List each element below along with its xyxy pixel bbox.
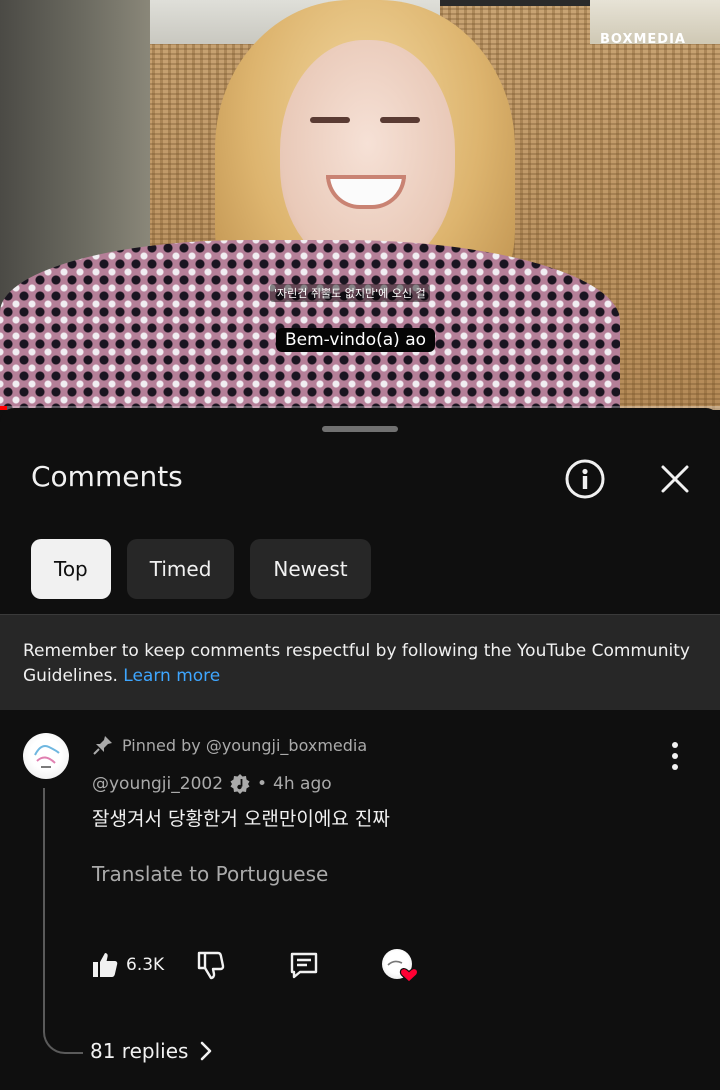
video-person-eye — [380, 117, 420, 123]
pin-icon — [93, 736, 112, 755]
thumbs-down-icon — [197, 951, 225, 980]
avatar-doodle-icon — [34, 745, 60, 768]
more-vert-icon — [672, 742, 678, 770]
like-button[interactable]: 6.3K — [90, 945, 164, 985]
community-guidelines-notice: Remember to keep comments respectful by … — [0, 615, 720, 710]
comment-time: 4h ago — [273, 774, 332, 794]
view-replies-button[interactable]: 81 replies — [90, 1039, 214, 1063]
music-note-badge-icon — [230, 774, 250, 794]
closed-caption: Bem-vindo(a) ao — [276, 328, 436, 352]
chevron-right-icon — [201, 1041, 212, 1061]
burned-in-subtitle: '자린건 쥐뿔도 없지만'에 오신 걸 — [270, 284, 430, 302]
video-person-face — [280, 40, 455, 270]
video-person-eye — [310, 117, 350, 123]
comment-sort-chips: Top Timed Newest — [31, 539, 371, 599]
close-icon — [661, 465, 689, 493]
reply-comment-icon — [290, 952, 318, 979]
dislike-button[interactable] — [194, 945, 226, 985]
meta-separator: • — [257, 774, 268, 794]
video-person-shirt — [0, 240, 620, 410]
replies-count: 81 replies — [90, 1039, 189, 1063]
drag-handle[interactable] — [322, 426, 398, 432]
info-button[interactable] — [563, 457, 607, 501]
chip-top[interactable]: Top — [31, 539, 111, 599]
video-player[interactable]: BOXMEDIA '자린건 쥐뿔도 없지만'에 오신 걸 Bem-vindo(a… — [0, 0, 720, 410]
chip-timed[interactable]: Timed — [126, 539, 235, 599]
pinned-by-text: Pinned by @youngji_boxmedia — [122, 735, 368, 755]
thumbs-up-icon — [93, 953, 118, 977]
comment-meta: @youngji_2002 • 4h ago — [92, 773, 332, 795]
translate-button[interactable]: Translate to Portuguese — [92, 862, 328, 886]
pinned-label: Pinned by @youngji_boxmedia — [92, 734, 367, 756]
close-button[interactable] — [653, 457, 697, 501]
reply-button[interactable] — [288, 945, 320, 985]
creator-heart-icon — [387, 960, 419, 983]
commenter-avatar[interactable] — [23, 733, 69, 779]
comment-author[interactable]: @youngji_2002 — [92, 774, 223, 794]
chip-newest[interactable]: Newest — [250, 539, 371, 599]
creator-heart-avatar — [382, 949, 419, 983]
comment-more-button[interactable] — [660, 738, 690, 774]
panel-title: Comments — [31, 460, 183, 493]
info-icon — [565, 459, 605, 499]
reply-thread-line — [43, 788, 83, 1054]
comments-sheet: Comments Top Timed Newest Remember to ke… — [0, 408, 720, 1090]
channel-watermark: BOXMEDIA — [599, 32, 686, 47]
learn-more-link[interactable]: Learn more — [123, 666, 220, 686]
like-count: 6.3K — [126, 955, 165, 975]
comment-body: 잘생겨서 당황한거 오랜만이에요 진짜 — [92, 808, 390, 830]
